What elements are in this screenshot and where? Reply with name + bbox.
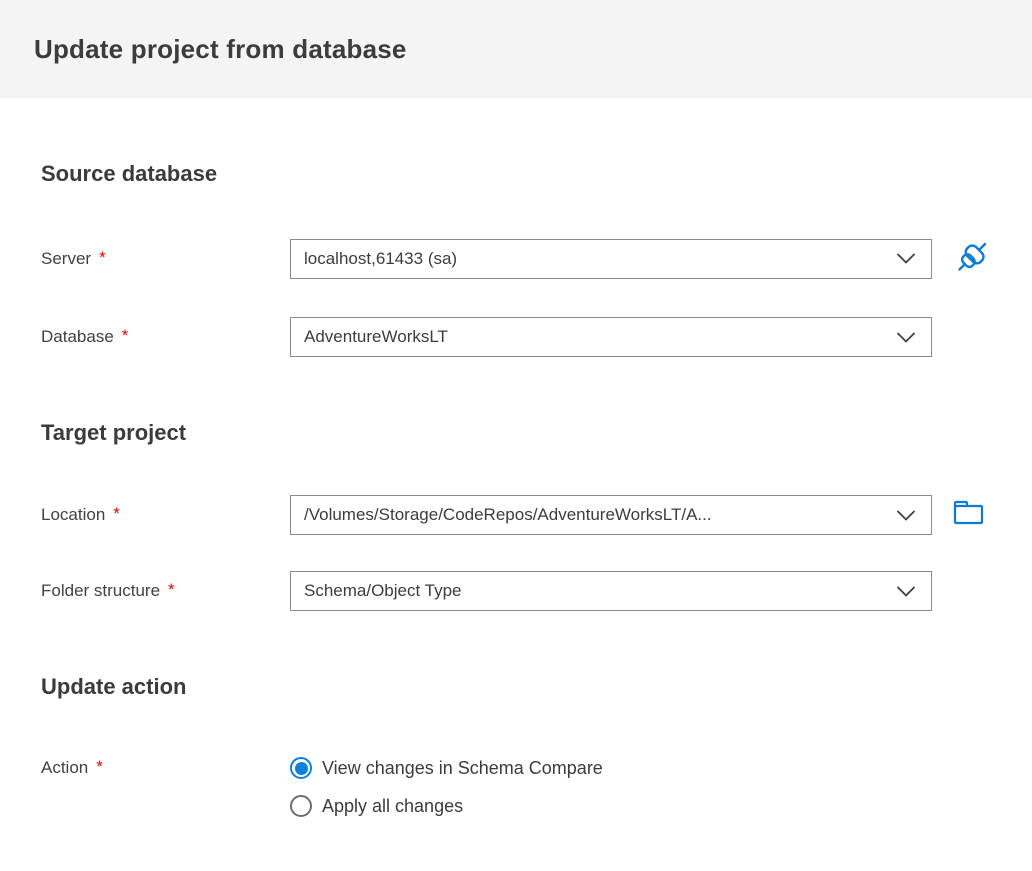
chevron-down-icon — [897, 253, 915, 264]
radio-option-view-changes-label: View changes in Schema Compare — [322, 758, 603, 778]
section-heading-source-database: Source database — [41, 161, 218, 186]
folder-structure-label: Folder structure * — [41, 580, 290, 602]
database-label: Database * — [41, 326, 290, 348]
required-asterisk: * — [113, 504, 120, 523]
folder-structure-dropdown[interactable]: Schema/Object Type — [290, 571, 932, 611]
radio-option-apply-all[interactable]: Apply all changes — [290, 795, 603, 817]
required-asterisk: * — [168, 580, 175, 599]
location-label: Location * — [41, 504, 290, 526]
form-row-action: Action * View changes in Schema Compare A… — [41, 757, 998, 817]
form-row-folder-structure: Folder structure * Schema/Object Type — [41, 571, 998, 611]
update-project-dialog: Update project from database Source data… — [0, 0, 1032, 871]
dialog-body: Source database Server * localhost,61433 … — [0, 98, 1032, 817]
action-label: Action * — [41, 757, 290, 779]
radio-unselected-icon — [290, 795, 312, 817]
chevron-down-icon — [897, 332, 915, 343]
connect-button[interactable] — [951, 233, 995, 284]
server-label: Server * — [41, 248, 290, 270]
radio-selected-icon — [290, 757, 312, 779]
folder-structure-dropdown-value: Schema/Object Type — [304, 581, 462, 600]
folder-structure-label-text: Folder structure — [41, 581, 161, 600]
form-row-server: Server * localhost,61433 (sa) — [41, 233, 998, 284]
location-dropdown[interactable]: /Volumes/Storage/CodeRepos/AdventureWork… — [290, 495, 932, 535]
action-radio-group: View changes in Schema Compare Apply all… — [290, 757, 603, 817]
radio-option-view-changes[interactable]: View changes in Schema Compare — [290, 757, 603, 779]
form-row-database: Database * AdventureWorksLT — [41, 317, 998, 357]
section-heading-update-action: Update action — [41, 674, 187, 699]
location-dropdown-value: /Volumes/Storage/CodeRepos/AdventureWork… — [304, 505, 712, 524]
chevron-down-icon — [897, 510, 915, 521]
action-label-text: Action — [41, 758, 89, 777]
server-dropdown[interactable]: localhost,61433 (sa) — [290, 238, 932, 279]
database-dropdown-value: AdventureWorksLT — [304, 327, 448, 346]
server-dropdown-value: localhost,61433 (sa) — [304, 248, 458, 268]
required-asterisk: * — [121, 326, 129, 345]
location-label-text: Location — [41, 505, 106, 524]
section-heading-target-project: Target project — [41, 420, 187, 445]
form-row-location: Location * /Volumes/Storage/CodeRepos/Adv… — [41, 495, 998, 535]
folder-icon — [951, 497, 987, 534]
chevron-down-icon — [897, 586, 915, 597]
radio-option-apply-all-label: Apply all changes — [322, 796, 464, 816]
dialog-header: Update project from database — [0, 0, 1032, 98]
server-label-text: Server — [41, 248, 92, 268]
database-label-text: Database — [41, 327, 114, 346]
required-asterisk: * — [99, 247, 106, 267]
connect-icon — [951, 233, 995, 284]
browse-folder-button[interactable] — [951, 497, 987, 534]
required-asterisk: * — [96, 757, 103, 776]
database-dropdown[interactable]: AdventureWorksLT — [290, 317, 932, 357]
page-title: Update project from database — [34, 33, 407, 64]
